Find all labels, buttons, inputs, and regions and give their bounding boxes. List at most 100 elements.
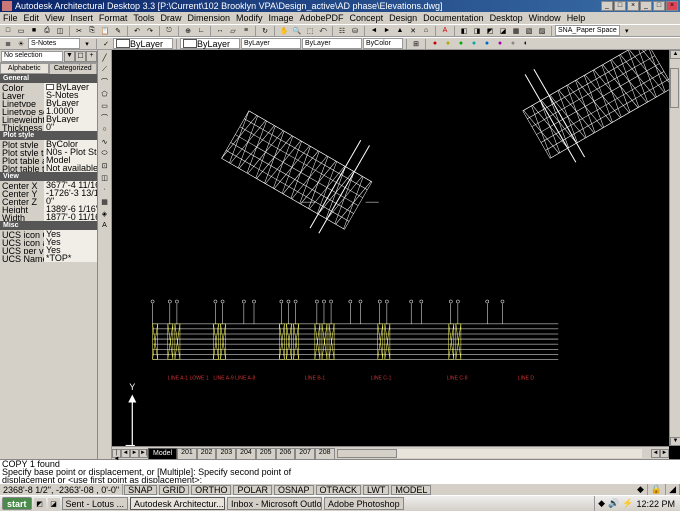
selectobj-icon[interactable]: ☐ (75, 51, 86, 62)
drawing-area[interactable]: LINE A-1 LOWE 1 LINE A-9 LINE A-8 LINE B… (112, 50, 680, 459)
nav-fwd-icon[interactable]: ► (381, 25, 393, 36)
prop-row[interactable]: Center X3677'-4 11/16" (0, 181, 97, 189)
prop-row[interactable]: UCS icon at originYes (0, 238, 97, 246)
makeblock-icon[interactable]: ◫ (99, 172, 110, 183)
arc-icon[interactable]: ⌒ (99, 112, 110, 123)
menu-desktop[interactable]: Desktop (490, 13, 523, 23)
dist-icon[interactable]: ↔ (214, 25, 226, 36)
prop-value[interactable]: ByLayer (44, 83, 97, 91)
aec-icon-1[interactable]: ◧ (458, 25, 470, 36)
prop-value[interactable]: S-Notes (44, 91, 97, 99)
prop-row[interactable]: Center Y-1726'-3 13/16" (0, 189, 97, 197)
taskbar-task-3[interactable]: Inbox - Microsoft Outlook (227, 497, 322, 510)
grid-toggle[interactable]: GRID (159, 485, 190, 495)
tracking-icon[interactable]: ⊕ (182, 25, 194, 36)
hyperlink-icon[interactable]: ⎋ (163, 25, 175, 36)
selection-combo[interactable]: No selection (1, 51, 63, 62)
layout-tab-1[interactable]: 201 (177, 448, 197, 459)
circle-icon[interactable]: ○ (99, 124, 110, 135)
taskbar-task-1[interactable]: Sent - Lotus ... (62, 497, 129, 510)
model-toggle[interactable]: MODEL (391, 485, 431, 495)
tab-prev-icon[interactable]: ◄ (121, 449, 130, 458)
prop-row[interactable]: Height1389'-6 1/16" (0, 205, 97, 213)
undo-icon[interactable]: ↶ (131, 25, 143, 36)
menu-design[interactable]: Design (389, 13, 417, 23)
menu-documentation[interactable]: Documentation (423, 13, 484, 23)
text-icon[interactable]: A (99, 220, 110, 231)
zoom-realtime-icon[interactable]: 🔍 (291, 25, 303, 36)
named-views-combo[interactable]: SNA_Paper Space (555, 25, 620, 36)
prop-value[interactable]: 3677'-4 11/16" (44, 181, 97, 189)
redraw-icon[interactable]: ↻ (259, 25, 271, 36)
aec-icon-5[interactable]: ▦ (510, 25, 522, 36)
prop-row[interactable]: ColorByLayer (0, 83, 97, 91)
menu-draw[interactable]: Draw (160, 13, 181, 23)
tray-icon-2[interactable]: 🔊 (608, 498, 619, 509)
prop-row[interactable]: Linetype scale1.0000 (0, 107, 97, 115)
prop-row[interactable]: UCS Name*TOP* (0, 254, 97, 262)
menu-format[interactable]: Format (99, 13, 128, 23)
new-icon[interactable]: □ (2, 25, 14, 36)
prop-value[interactable]: Yes (44, 230, 97, 238)
otrack-toggle[interactable]: OTRACK (316, 485, 362, 495)
cyan-ball-icon[interactable]: ● (468, 38, 480, 49)
nav-back-icon[interactable]: ◄ (368, 25, 380, 36)
quicklaunch-2-icon[interactable]: ◪ (48, 498, 60, 509)
yellow-ball-icon[interactable]: ● (442, 38, 454, 49)
layer-tool-icon[interactable]: ▾ (81, 38, 93, 49)
cut-icon[interactable]: ✂ (73, 25, 85, 36)
green-ball-icon[interactable]: ● (455, 38, 467, 49)
rectangle-icon[interactable]: ▭ (99, 100, 110, 111)
prop-value[interactable]: 0" (44, 197, 97, 205)
paste-icon[interactable]: 📋 (99, 25, 111, 36)
snap-toggle[interactable]: SNAP (124, 485, 157, 495)
menu-edit[interactable]: Edit (24, 13, 40, 23)
scroll-up-icon[interactable]: ▲ (670, 50, 680, 59)
menu-dimension[interactable]: Dimension (187, 13, 230, 23)
prop-row[interactable]: Center Z0" (0, 197, 97, 205)
prop-value[interactable]: Not available (44, 164, 97, 172)
prop-value[interactable]: 1877'-0 11/16" (44, 213, 97, 221)
prop-value[interactable]: *TOP* (44, 254, 97, 262)
taskbar-task-4[interactable]: Adobe Photoshop (324, 497, 404, 510)
save-icon[interactable]: ■ (28, 25, 40, 36)
tab-next-icon[interactable]: ► (130, 449, 139, 458)
lwt-toggle[interactable]: LWT (363, 485, 389, 495)
blue-ball-icon[interactable]: ● (481, 38, 493, 49)
window-close-button[interactable]: × (666, 1, 678, 11)
aec-icon-7[interactable]: ▨ (536, 25, 548, 36)
pan-icon[interactable]: ✋ (278, 25, 290, 36)
prop-category[interactable]: Misc (0, 221, 97, 230)
menu-concept[interactable]: Concept (350, 13, 384, 23)
color-combo[interactable]: ByLayer (180, 38, 240, 49)
status-lock-icon[interactable]: 🔒 (648, 484, 666, 495)
ortho-toggle[interactable]: ORTHO (191, 485, 231, 495)
zoom-window-icon[interactable]: ⬚ (304, 25, 316, 36)
insert-icon[interactable]: ⊞ (410, 38, 422, 49)
vertical-scrollbar[interactable]: ▲ ▼ (669, 50, 680, 446)
point-icon[interactable]: · (99, 184, 110, 195)
prop-row[interactable]: LineweightByLayer (0, 115, 97, 123)
quickselect-icon[interactable]: ▼ (64, 51, 75, 62)
xline-icon[interactable]: ⟋ (99, 64, 110, 75)
ucs-icon[interactable]: ∟ (195, 25, 207, 36)
plotstyle-combo[interactable]: ByColor (363, 38, 403, 49)
open-icon[interactable]: ▭ (15, 25, 27, 36)
window-maximize-button[interactable]: □ (653, 1, 665, 11)
region-icon[interactable]: ◈ (99, 208, 110, 219)
menu-image[interactable]: Image (269, 13, 294, 23)
doc-close-button[interactable]: × (627, 1, 639, 11)
tray-icon-3[interactable]: ⚡ (622, 498, 633, 509)
menu-insert[interactable]: Insert (70, 13, 93, 23)
prop-category[interactable]: View (0, 172, 97, 181)
start-button[interactable]: start (2, 497, 32, 510)
aec-icon-4[interactable]: ◪ (497, 25, 509, 36)
osnap-toggle[interactable]: OSNAP (274, 485, 314, 495)
matchprop-icon[interactable]: ✎ (112, 25, 124, 36)
prop-value[interactable]: 1.0000 (44, 107, 97, 115)
scroll-left-icon[interactable]: ◄ (651, 449, 660, 458)
spline-icon[interactable]: ∿ (99, 136, 110, 147)
layout-tab-3[interactable]: 203 (216, 448, 236, 459)
menu-help[interactable]: Help (567, 13, 586, 23)
scroll-right-icon[interactable]: ► (660, 449, 669, 458)
